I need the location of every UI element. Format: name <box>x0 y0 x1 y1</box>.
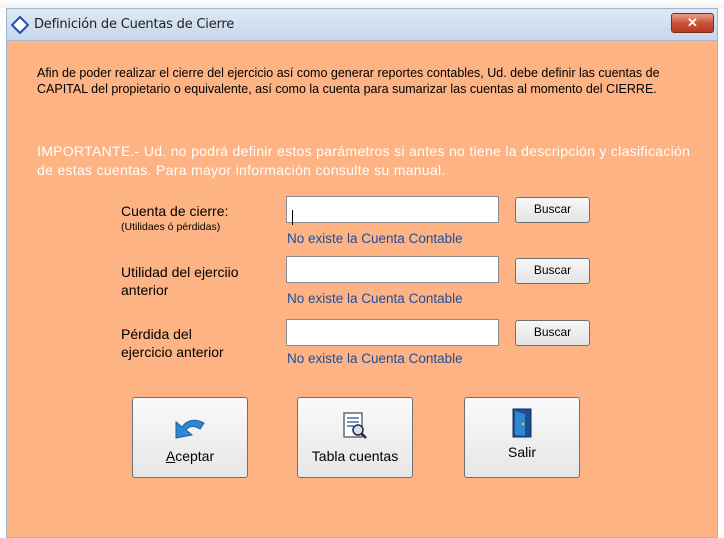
accounts-table-button[interactable]: Tabla cuentas <box>297 397 413 478</box>
prior-profit-search-label: Buscar <box>533 263 572 277</box>
accounts-table-label: Tabla cuentas <box>311 448 399 464</box>
text-caret <box>292 210 293 225</box>
window-title: Definición de Cuentas de Cierre <box>34 17 235 32</box>
close-icon: ✕ <box>687 15 698 30</box>
important-notice: IMPORTANTE.- Ud. no podrá definir estos … <box>37 143 691 178</box>
prior-profit-label-line2: anterior <box>121 282 169 298</box>
closing-account-label: Cuenta de cierre: <box>121 203 229 219</box>
intro-text: Afin de poder realizar el cierre del eje… <box>37 66 660 96</box>
prior-loss-search-label: Buscar <box>533 325 572 339</box>
prior-loss-label-line2: ejercicio anterior <box>121 344 224 360</box>
prior-loss-search-button[interactable]: Buscar <box>515 320 590 346</box>
closing-account-sublabel: (Utilidaes ó pérdidas) <box>121 221 221 233</box>
document-search-icon <box>343 412 367 439</box>
door-exit-icon <box>512 408 532 438</box>
exit-label: Salir <box>507 444 536 460</box>
undo-arrow-icon <box>175 419 205 439</box>
prior-profit-label-line1: Utilidad del ejerciio <box>121 264 239 280</box>
desktop-background <box>0 0 724 8</box>
closing-account-search-label: Buscar <box>533 202 572 216</box>
accept-button[interactable]: Aceptar <box>132 397 248 478</box>
closing-account-status: No existe la Cuenta Contable <box>287 231 463 246</box>
prior-loss-status: No existe la Cuenta Contable <box>287 351 463 366</box>
closing-account-input[interactable] <box>286 196 499 223</box>
accept-label: Aceptar <box>165 448 215 464</box>
title-bar[interactable]: Definición de Cuentas de Cierre ✕ <box>7 9 717 41</box>
exit-button[interactable]: Salir <box>464 397 580 478</box>
prior-profit-search-button[interactable]: Buscar <box>515 258 590 284</box>
dialog-window: Definición de Cuentas de Cierre ✕ Afin d… <box>6 8 718 538</box>
prior-loss-input[interactable] <box>286 319 499 346</box>
prior-profit-status: No existe la Cuenta Contable <box>287 291 463 306</box>
prior-profit-input[interactable] <box>286 256 499 283</box>
prior-loss-label-line1: Pérdida del <box>121 326 192 342</box>
closing-account-search-button[interactable]: Buscar <box>515 197 590 223</box>
app-icon <box>11 16 29 34</box>
close-button[interactable]: ✕ <box>671 13 714 33</box>
